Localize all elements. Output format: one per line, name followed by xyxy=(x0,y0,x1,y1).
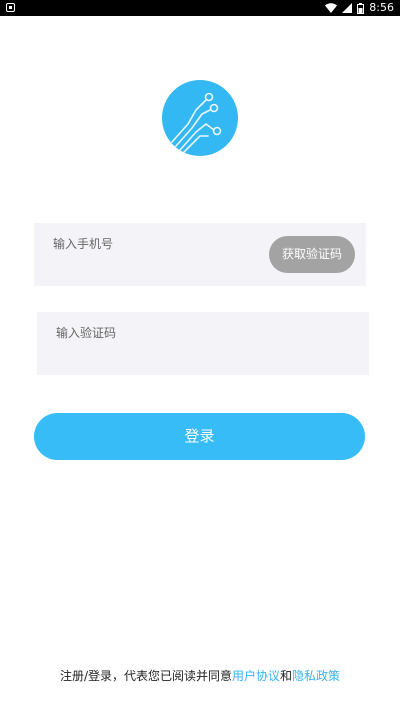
phone-field: 获取验证码 xyxy=(34,223,366,286)
signal-icon xyxy=(342,3,353,13)
status-icons: 8:56 xyxy=(325,0,394,16)
code-field xyxy=(37,312,369,375)
status-bar: 8:56 xyxy=(0,0,400,16)
battery-icon xyxy=(357,2,365,14)
agreement-text: 注册/登录，代表您已阅读并同意用户协议和隐私政策 xyxy=(0,666,400,686)
get-verification-code-button[interactable]: 获取验证码 xyxy=(269,236,355,273)
wifi-icon xyxy=(325,3,338,13)
status-time: 8:56 xyxy=(369,1,394,14)
login-button[interactable]: 登录 xyxy=(34,413,365,460)
user-agreement-link[interactable]: 用户协议 xyxy=(232,669,280,683)
verification-code-input[interactable] xyxy=(56,324,336,342)
app-logo xyxy=(162,80,238,156)
privacy-policy-link[interactable]: 隐私政策 xyxy=(292,669,340,683)
circuit-logo-icon xyxy=(171,92,222,153)
agreement-prefix: 注册/登录，代表您已阅读并同意 xyxy=(59,669,232,683)
phone-input[interactable] xyxy=(53,235,263,253)
agreement-and: 和 xyxy=(280,669,293,683)
notification-icon xyxy=(6,3,15,12)
